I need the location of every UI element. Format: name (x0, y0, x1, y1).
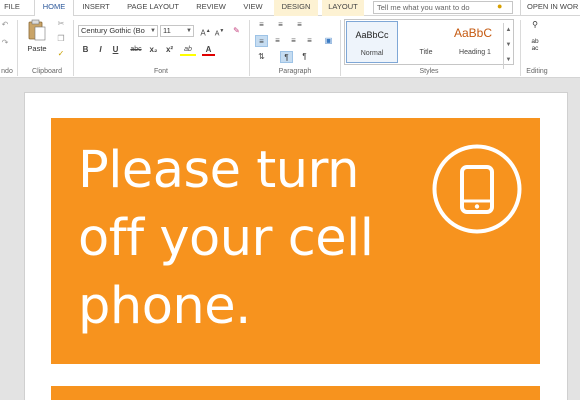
align-right-icon[interactable]: ≡ (287, 35, 300, 47)
justify-icon[interactable]: ≡ (303, 35, 316, 47)
line-spacing-icon[interactable]: ⇅ (255, 51, 268, 63)
font-size-value: 11 (163, 26, 171, 35)
bullets-icon[interactable]: ≡ (255, 19, 268, 31)
lightbulb-icon: ● (497, 1, 503, 11)
styles-scroll[interactable]: ▲ ▼ ▼ (503, 23, 513, 69)
ribbon-tab-bar: FILE HOME INSERT PAGE LAYOUT REVIEW VIEW… (0, 0, 580, 17)
cell-phone-icon (432, 144, 522, 234)
font-color-button[interactable]: A (202, 44, 215, 56)
multilevel-list-icon[interactable]: ≡ (293, 19, 306, 31)
copy-icon[interactable]: ❐ (56, 34, 66, 44)
undo-icon[interactable]: ↶ (0, 20, 10, 30)
headline-line-3: phone. (78, 277, 251, 336)
style-preview: AaBbCc (355, 30, 389, 40)
style-title[interactable]: Title (400, 21, 452, 63)
tab-file[interactable]: FILE (0, 0, 24, 16)
find-icon[interactable]: ⚲ (528, 20, 542, 30)
editing-group-label: Editing (526, 68, 548, 75)
redo-icon[interactable]: ↷ (0, 38, 10, 48)
highlight-button[interactable]: ab (180, 44, 196, 56)
strikethrough-button[interactable]: abc (128, 44, 144, 56)
tab-insert[interactable]: INSERT (77, 0, 115, 16)
numbering-icon[interactable]: ≡ (274, 19, 287, 31)
chevron-down-icon: ▼ (186, 28, 192, 34)
ltr-direction-icon[interactable]: ¶ (280, 51, 293, 63)
format-painter-icon[interactable]: ✓ (56, 49, 66, 59)
cut-icon[interactable]: ✂ (56, 19, 66, 29)
tab-page-layout[interactable]: PAGE LAYOUT (122, 0, 184, 16)
tab-home[interactable]: HOME (34, 0, 74, 17)
undo-group-label: ndo (1, 68, 13, 75)
style-name: Normal (360, 50, 384, 57)
bold-button[interactable]: B (79, 44, 92, 56)
replace-icon[interactable]: ab ac (526, 38, 544, 52)
style-preview: AaBbC (454, 26, 493, 40)
tab-review[interactable]: REVIEW (191, 0, 231, 16)
font-group-label: Font (153, 68, 168, 75)
shrink-font-button[interactable]: A▼ (213, 25, 226, 37)
ribbon: ↶ ↷ ndo Paste ✂ ❐ ✓ Clipboard Century Go… (0, 16, 580, 78)
group-separator (17, 20, 18, 76)
orange-banner-lower (51, 386, 540, 400)
superscript-button[interactable]: x² (163, 44, 176, 56)
styles-group-label: Styles (419, 68, 439, 75)
align-left-icon[interactable]: ≡ (255, 35, 268, 47)
style-heading-1[interactable]: AaBbC Heading 1 (450, 21, 500, 63)
open-in-word-button[interactable]: OPEN IN WOR (520, 0, 578, 16)
style-normal[interactable]: AaBbCc Normal (346, 21, 398, 63)
align-center-icon[interactable]: ≡ (271, 35, 284, 47)
chevron-down-icon: ▼ (150, 28, 156, 34)
group-separator (73, 20, 74, 76)
group-separator (340, 20, 341, 76)
clipboard-group-label: Clipboard (32, 68, 62, 75)
headline-line-2: off your cell (78, 209, 374, 268)
italic-button[interactable]: I (94, 44, 107, 56)
headline-text[interactable]: Please turn off your cell phone. (78, 137, 448, 341)
paste-icon[interactable] (26, 19, 48, 44)
tab-view[interactable]: VIEW (236, 0, 270, 16)
font-size-select[interactable]: 11 ▼ (160, 25, 194, 37)
clear-formatting-icon[interactable]: ✎ (230, 25, 243, 37)
styles-gallery: AaBbCc Normal Title AaBbC Heading 1 ▲ ▼ ▼ (344, 19, 514, 69)
grow-font-button[interactable]: A▲ (199, 25, 212, 38)
group-separator (520, 20, 521, 76)
style-name: Heading 1 (459, 49, 491, 56)
rtl-direction-icon[interactable]: ¶ (298, 51, 311, 63)
tell-me-input[interactable]: Tell me what you want to do (373, 1, 513, 14)
paste-button[interactable]: Paste (24, 44, 50, 54)
subscript-button[interactable]: x₂ (147, 44, 160, 56)
style-name: Title (419, 49, 433, 56)
font-family-value: Century Gothic (Bo (81, 26, 145, 35)
tab-design[interactable]: DESIGN (274, 0, 318, 16)
underline-button[interactable]: U (109, 44, 122, 56)
group-separator (249, 20, 250, 76)
font-family-select[interactable]: Century Gothic (Bo ▼ (78, 25, 158, 37)
headline-line-1: Please turn (78, 141, 359, 200)
shading-icon[interactable]: ▣ (322, 35, 335, 47)
tab-layout[interactable]: LAYOUT (322, 0, 364, 16)
paragraph-group-label: Paragraph (278, 68, 312, 75)
